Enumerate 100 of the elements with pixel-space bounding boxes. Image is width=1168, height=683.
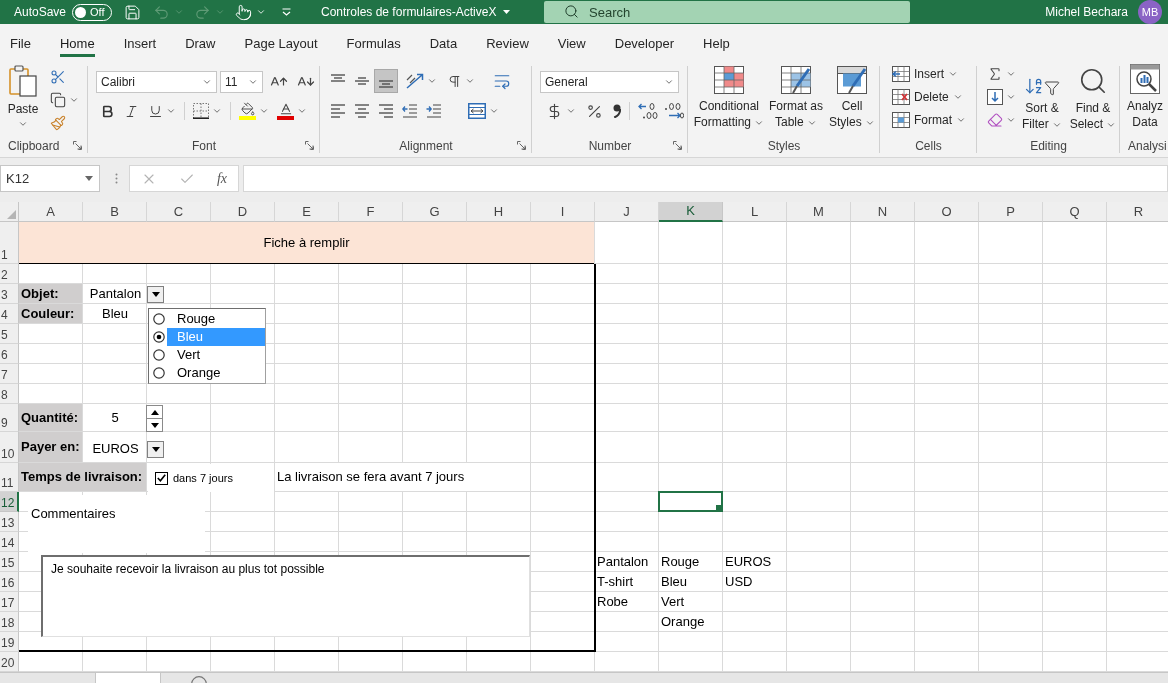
tick-box[interactable] [155, 471, 168, 485]
indent-decrease-icon[interactable] [402, 103, 418, 119]
column-header[interactable]: E [275, 202, 339, 222]
name-box[interactable]: K12 [0, 165, 100, 192]
triangle-up-icon[interactable] [150, 409, 159, 415]
row-header[interactable]: 14 [0, 532, 19, 552]
radio-icon[interactable] [153, 367, 165, 379]
user-avatar[interactable]: MB [1138, 0, 1162, 24]
column-header[interactable]: L [723, 202, 787, 222]
caret-down-icon[interactable] [503, 10, 511, 14]
table-magnifier-icon[interactable] [1130, 64, 1160, 94]
column-header[interactable]: P [979, 202, 1043, 222]
chevron-down-icon[interactable] [465, 76, 475, 86]
wrap-text-icon[interactable] [493, 72, 511, 90]
ribbon-tab[interactable]: Home [59, 36, 95, 57]
row-header[interactable]: 13 [0, 512, 19, 532]
format-as-table-button[interactable]: Format as Table [767, 66, 825, 135]
comment-text-box[interactable]: Je souhaite recevoir la livraison au plus tot possible [41, 555, 530, 637]
row-header[interactable]: 2 [0, 264, 19, 284]
column-header[interactable]: B [83, 202, 147, 222]
borders-icon[interactable] [193, 103, 209, 119]
ribbon-tab[interactable]: Formulas [346, 36, 401, 57]
ribbon-tab[interactable]: Help [703, 36, 730, 57]
dialog-launcher-icon[interactable] [73, 141, 82, 150]
color-grid-icon[interactable] [714, 66, 744, 94]
chevron-down-icon[interactable] [427, 76, 437, 86]
dialog-launcher-icon[interactable] [673, 141, 682, 150]
chevron-down-icon[interactable] [202, 77, 212, 87]
column-header[interactable]: A [19, 202, 83, 222]
row-header[interactable]: 9 [0, 404, 19, 432]
row-header[interactable]: 1 [0, 222, 19, 264]
diagonal-arrow-icon[interactable] [406, 73, 424, 89]
dropdown-button[interactable] [147, 285, 164, 303]
ribbon-tab[interactable]: Data [429, 36, 458, 57]
row-header[interactable]: 7 [0, 364, 19, 384]
chevron-down-icon[interactable] [1006, 92, 1016, 102]
bold-icon[interactable] [100, 103, 115, 119]
more-vertical-icon[interactable] [115, 173, 118, 184]
column-header[interactable]: C [147, 202, 211, 222]
chevron-down-icon[interactable] [259, 106, 269, 116]
number-format-field[interactable]: General [540, 71, 679, 93]
percent-icon[interactable] [586, 102, 603, 120]
triangle-down-icon[interactable] [151, 291, 160, 297]
table-grid-icon[interactable] [892, 112, 910, 128]
row-header[interactable]: 4 [0, 304, 19, 324]
dropdown-button[interactable] [147, 440, 164, 458]
row-header[interactable]: 12 [0, 492, 19, 512]
search-icon[interactable] [1078, 66, 1108, 96]
comma-icon[interactable] [613, 104, 621, 118]
row-header[interactable]: 10 [0, 432, 19, 463]
find-select-button[interactable]: Find & Select [1068, 64, 1118, 135]
chevron-down-icon[interactable] [1006, 115, 1016, 125]
analyze-data-button[interactable]: Analyz Data [1123, 64, 1167, 135]
row-header[interactable]: 5 [0, 324, 19, 344]
column-header[interactable]: N [851, 202, 915, 222]
chevron-down-icon[interactable] [166, 106, 176, 116]
column-header[interactable]: F [339, 202, 403, 222]
column-header[interactable]: R [1107, 202, 1168, 222]
underline-icon[interactable] [148, 103, 163, 119]
ribbon-tab[interactable]: Page Layout [244, 36, 318, 57]
save-icon[interactable] [124, 3, 142, 21]
chevron-down-icon[interactable] [956, 115, 966, 125]
insert-cells-button[interactable]: Insert [892, 64, 966, 84]
format-cells-button[interactable]: Format [892, 110, 966, 130]
eraser-icon[interactable] [987, 112, 1003, 128]
zeros-right-arrow-icon[interactable] [664, 103, 684, 119]
combo-value[interactable]: EUROS [84, 439, 147, 459]
chevron-down-icon[interactable] [18, 119, 28, 129]
sort-filter-button[interactable]: Sort & Filter [1018, 64, 1066, 135]
insert-function-button[interactable]: fx [216, 171, 227, 186]
row-header[interactable]: 18 [0, 612, 19, 632]
conditional-formatting-button[interactable]: Conditional Formatting [691, 66, 767, 135]
paint-bucket-icon[interactable] [239, 102, 256, 120]
row-header[interactable]: 6 [0, 344, 19, 364]
checkbox-control[interactable]: dans 7 jours [148, 464, 274, 492]
chevron-down-icon[interactable] [212, 106, 222, 116]
row-header[interactable]: 15 [0, 552, 19, 572]
paintbrush-icon[interactable] [50, 115, 66, 131]
triangle-down-icon[interactable] [150, 422, 159, 428]
merge-cells-icon[interactable] [468, 103, 486, 119]
radio-icon[interactable] [153, 349, 165, 361]
down-arrow-box-icon[interactable] [987, 89, 1003, 105]
chevron-down-icon[interactable] [248, 77, 258, 87]
row-header[interactable]: 17 [0, 592, 19, 612]
combo-value[interactable]: Pantalon [84, 284, 147, 304]
dialog-launcher-icon[interactable] [305, 141, 314, 150]
table-brush-icon[interactable] [781, 66, 811, 94]
dialog-launcher-icon[interactable] [517, 141, 526, 150]
chevron-down-icon[interactable] [256, 7, 267, 17]
sigma-icon[interactable] [987, 66, 1003, 82]
table-cross-icon[interactable] [892, 89, 910, 105]
line-chevron-icon[interactable] [282, 8, 292, 16]
search-field[interactable]: Search [544, 1, 910, 23]
align-center-icon[interactable] [354, 103, 370, 119]
column-header[interactable]: Q [1043, 202, 1107, 222]
column-header[interactable]: G [403, 202, 467, 222]
left-arrow-zeros-icon[interactable] [638, 103, 658, 119]
list-option[interactable]: Orange [167, 364, 265, 382]
copy-icon[interactable] [50, 92, 66, 108]
chevron-down-icon[interactable] [1006, 69, 1016, 79]
